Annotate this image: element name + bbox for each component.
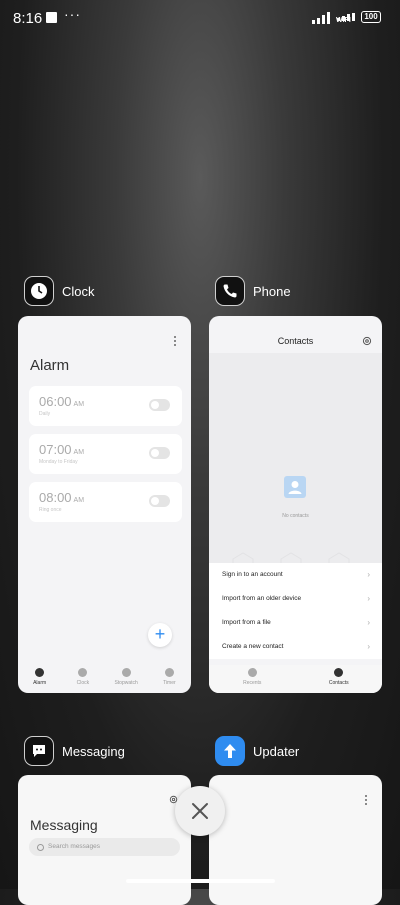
search-placeholder: Search messages <box>48 843 101 850</box>
home-indicator[interactable] <box>126 879 275 883</box>
clock-icon <box>78 668 88 677</box>
tab-label: Timer <box>163 680 176 686</box>
battery-icon: 100 <box>361 11 381 23</box>
chevron-right-icon: › <box>367 618 370 627</box>
more-options-icon[interactable] <box>173 336 177 348</box>
wifi-label: WIFI <box>336 17 351 24</box>
notification-icon <box>46 12 57 23</box>
contacts-list-area: No contacts <box>209 353 382 590</box>
clock-bottom-nav: Alarm Clock Stopwatch Timer <box>18 665 191 693</box>
tab-label: Clock <box>76 680 90 686</box>
empty-state-text: No contacts <box>282 513 309 519</box>
alarm-toggle[interactable] <box>149 447 170 459</box>
tab-timer[interactable]: Timer <box>148 665 191 693</box>
contacts-import-menu: Sign in to an account › Import from an ol… <box>209 563 382 659</box>
more-notifications-icon: ··· <box>64 6 81 22</box>
alarm-item[interactable]: 08:00 AM Ring once <box>29 482 182 522</box>
menu-item-import-file[interactable]: Import from a file › <box>209 611 382 635</box>
alarm-time: 08:00 AM <box>39 490 85 505</box>
tab-recents[interactable]: Recents <box>209 665 296 693</box>
menu-item-label: Sign in to an account <box>222 571 283 578</box>
app-label: Phone <box>253 284 291 299</box>
signal-icon <box>312 12 330 24</box>
clock-app-card[interactable]: Alarm 06:00 AM Daily 07:00 AM Monday to Fr… <box>18 316 191 693</box>
tab-label: Stopwatch <box>114 680 138 686</box>
alarm-repeat: Daily <box>39 411 51 417</box>
alarm-repeat: Ring once <box>39 507 62 513</box>
alarm-repeat: Monday to Friday <box>39 459 78 465</box>
phone-icon <box>247 668 257 677</box>
updater-app-card[interactable] <box>209 775 382 905</box>
add-alarm-button[interactable]: + <box>148 623 172 647</box>
alarm-icon <box>35 668 45 677</box>
contacts-title: Contacts <box>277 336 314 346</box>
menu-item-sign-in[interactable]: Sign in to an account › <box>209 563 382 587</box>
more-options-icon[interactable] <box>364 795 368 807</box>
phone-icon[interactable] <box>215 276 245 306</box>
app-label: Messaging <box>62 744 125 759</box>
chevron-right-icon: › <box>367 570 370 579</box>
menu-item-import-older-device[interactable]: Import from an older device › <box>209 587 382 611</box>
app-label: Updater <box>253 744 300 759</box>
message-icon[interactable] <box>24 736 54 766</box>
tab-label: Contacts <box>328 680 349 686</box>
tab-clock[interactable]: Clock <box>61 665 104 693</box>
menu-item-create-contact[interactable]: Create a new contact › <box>209 635 382 659</box>
alarm-title: Alarm <box>30 357 70 374</box>
app-label: Clock <box>62 284 95 299</box>
tab-label: Recents <box>243 680 262 686</box>
tab-contacts[interactable]: Contacts <box>296 665 383 693</box>
stopwatch-icon <box>121 668 131 677</box>
alarm-time: 07:00 AM <box>39 442 85 457</box>
messaging-app-card[interactable]: Messaging Search messages <box>18 775 191 905</box>
tab-alarm[interactable]: Alarm <box>18 665 61 693</box>
alarm-toggle[interactable] <box>149 495 170 507</box>
menu-item-label: Import from an older device <box>222 595 302 602</box>
clock-icon[interactable] <box>24 276 54 306</box>
search-messages-input[interactable]: Search messages <box>29 838 180 856</box>
person-icon <box>334 668 344 677</box>
status-bar: 8:16 ··· WIFI 100 <box>0 0 400 36</box>
app-header-messaging[interactable]: Messaging <box>24 736 154 768</box>
alarm-item[interactable]: 07:00 AM Monday to Friday <box>29 434 182 474</box>
alarm-toggle[interactable] <box>149 399 170 411</box>
phone-bottom-nav: Recents Contacts <box>209 665 382 693</box>
messaging-title: Messaging <box>30 817 98 833</box>
app-header-phone[interactable]: Phone <box>215 276 335 308</box>
gear-icon[interactable] <box>362 336 372 346</box>
tab-label: Alarm <box>33 680 47 686</box>
phone-app-card[interactable]: Contacts No contacts Sign in to an accou… <box>209 316 382 693</box>
hourglass-icon <box>164 668 174 677</box>
clear-all-button[interactable] <box>175 786 225 836</box>
close-icon <box>192 803 208 819</box>
alarm-item[interactable]: 06:00 AM Daily <box>29 386 182 426</box>
contact-placeholder-icon <box>284 476 306 498</box>
chevron-right-icon: › <box>367 642 370 651</box>
search-icon <box>37 844 44 851</box>
menu-item-label: Import from a file <box>222 619 271 626</box>
tab-stopwatch[interactable]: Stopwatch <box>105 665 148 693</box>
alarm-time: 06:00 AM <box>39 394 85 409</box>
chevron-right-icon: › <box>367 594 370 603</box>
arrow-up-icon[interactable] <box>215 736 245 766</box>
app-header-clock[interactable]: Clock <box>24 276 144 308</box>
menu-item-label: Create a new contact <box>222 643 284 650</box>
app-header-updater[interactable]: Updater <box>215 736 345 768</box>
status-time: 8:16 <box>13 10 43 27</box>
